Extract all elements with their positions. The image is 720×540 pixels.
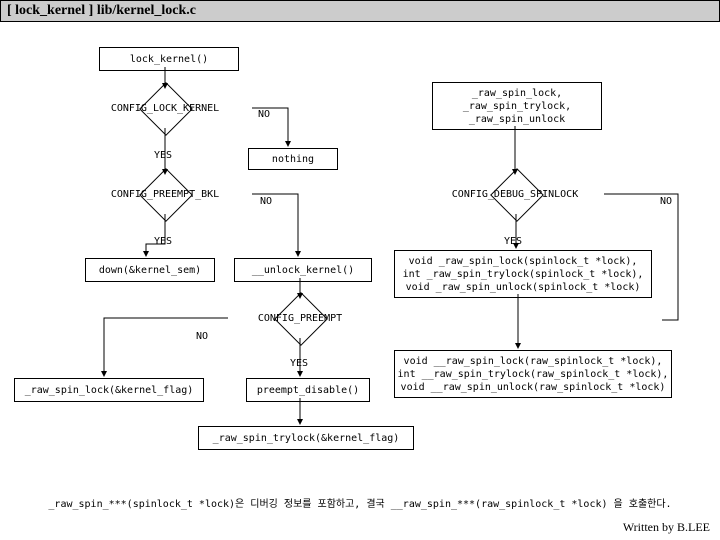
- footer-credit: Written by B.LEE: [623, 520, 710, 535]
- node-void-raw-spin2: void __raw_spin_lock(raw_spinlock_t *loc…: [394, 350, 672, 398]
- edge-no-1: NO: [258, 109, 270, 120]
- decision-config-debug-spinlock: [490, 168, 544, 222]
- node-unlock-kernel: __unlock_kernel(): [234, 258, 372, 282]
- node-raw-spin-lock-flag: _raw_spin_lock(&kernel_flag): [14, 378, 204, 402]
- decision-config-lock-kernel: [139, 82, 193, 136]
- node-start: lock_kernel(): [99, 47, 239, 71]
- node-raw-spin-trylock-flag: _raw_spin_trylock(&kernel_flag): [198, 426, 414, 450]
- edge-no-2: NO: [260, 196, 272, 207]
- node-nothing: nothing: [248, 148, 338, 170]
- edge-no-4: NO: [196, 331, 208, 342]
- decision-config-preempt: [274, 292, 328, 346]
- edge-yes-4: YES: [290, 358, 308, 369]
- edge-yes-1: YES: [154, 150, 172, 161]
- decision-config-preempt-bkl: [139, 168, 193, 222]
- node-down: down(&kernel_sem): [85, 258, 215, 282]
- title-bar: [ lock_kernel ] lib/kernel_lock.c: [0, 0, 720, 22]
- node-raw-spin-group: _raw_spin_lock, _raw_spin_trylock, _raw_…: [432, 82, 602, 130]
- footer-note: _raw_spin_***(spinlock_t *lock)은 디버깅 정보를…: [0, 495, 720, 510]
- node-void-raw-spin: void _raw_spin_lock(spinlock_t *lock), i…: [394, 250, 652, 298]
- edge-yes-3: YES: [504, 236, 522, 247]
- edge-yes-2: YES: [154, 236, 172, 247]
- edge-no-3: NO: [660, 196, 672, 207]
- node-preempt-disable: preempt_disable(): [246, 378, 370, 402]
